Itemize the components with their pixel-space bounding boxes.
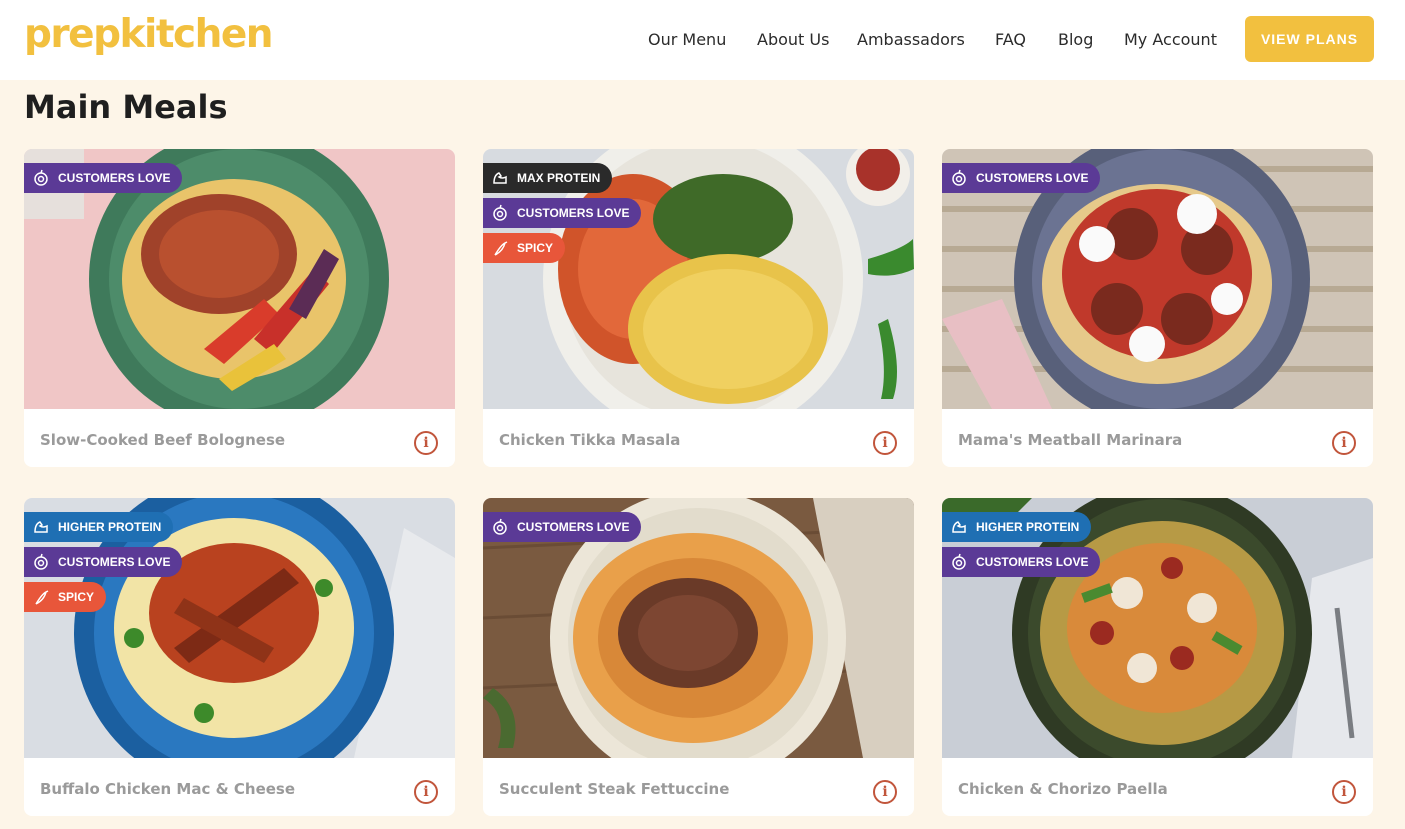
- ok-hand-icon: [950, 553, 968, 571]
- ok-hand-icon: [32, 553, 50, 571]
- prepkitchen-logo[interactable]: prepkitchen: [24, 12, 274, 57]
- flexed-arm-icon: [491, 169, 509, 187]
- flexed-arm-icon: [950, 518, 968, 536]
- ok-hand-icon: [491, 204, 509, 222]
- nav-about-us[interactable]: About Us: [757, 30, 829, 49]
- meal-name: Slow-Cooked Beef Bolognese: [40, 431, 286, 449]
- info-icon[interactable]: i: [1332, 431, 1356, 455]
- meal-name: Chicken Tikka Masala: [499, 431, 681, 449]
- badge-customers-love: CUSTOMERS LOVE: [483, 512, 642, 542]
- info-icon[interactable]: i: [873, 431, 897, 455]
- ok-hand-icon: [32, 169, 50, 187]
- badge-spicy: SPICY: [24, 582, 107, 612]
- info-icon[interactable]: i: [414, 780, 438, 804]
- info-icon[interactable]: i: [414, 431, 438, 455]
- ok-hand-icon: [491, 518, 509, 536]
- badge-customers-love: CUSTOMERS LOVE: [24, 163, 183, 193]
- meal-card-chicken-tikka-masala[interactable]: MAX PROTEIN CUSTOMERS LOVE SPICY Chicken…: [483, 149, 914, 467]
- badge-spicy: SPICY: [483, 233, 566, 263]
- nav-my-account[interactable]: My Account: [1124, 30, 1217, 49]
- meal-name: Buffalo Chicken Mac & Cheese: [40, 780, 296, 798]
- ok-hand-icon: [950, 169, 968, 187]
- nav-our-menu[interactable]: Our Menu: [648, 30, 726, 49]
- meal-card-meatball-marinara[interactable]: CUSTOMERS LOVE Mama's Meatball Marinara …: [942, 149, 1373, 467]
- badge-max-protein: MAX PROTEIN: [483, 163, 613, 193]
- meal-name: Chicken & Chorizo Paella: [958, 780, 1168, 798]
- view-plans-button[interactable]: VIEW PLANS: [1245, 16, 1374, 62]
- info-icon[interactable]: i: [1332, 780, 1356, 804]
- badge-customers-love: CUSTOMERS LOVE: [24, 547, 183, 577]
- site-header: prepkitchen Our Menu About Us Ambassador…: [0, 0, 1405, 80]
- badge-customers-love: CUSTOMERS LOVE: [942, 163, 1101, 193]
- badge-customers-love: CUSTOMERS LOVE: [483, 198, 642, 228]
- meal-card-chicken-chorizo-paella[interactable]: HIGHER PROTEIN CUSTOMERS LOVE Chicken & …: [942, 498, 1373, 816]
- flexed-arm-icon: [32, 518, 50, 536]
- meal-card-buffalo-mac-cheese[interactable]: HIGHER PROTEIN CUSTOMERS LOVE SPICY Buff…: [24, 498, 455, 816]
- page-title: Main Meals: [24, 88, 228, 126]
- chili-pepper-icon: [491, 239, 509, 257]
- badge-customers-love: CUSTOMERS LOVE: [942, 547, 1101, 577]
- meal-name: Mama's Meatball Marinara: [958, 431, 1183, 449]
- badge-higher-protein: HIGHER PROTEIN: [24, 512, 174, 542]
- meal-card-beef-bolognese[interactable]: CUSTOMERS LOVE Slow-Cooked Beef Bolognes…: [24, 149, 455, 467]
- meal-name: Succulent Steak Fettuccine: [499, 780, 730, 798]
- nav-ambassadors[interactable]: Ambassadors: [857, 30, 965, 49]
- info-icon[interactable]: i: [873, 780, 897, 804]
- nav-blog[interactable]: Blog: [1058, 30, 1093, 49]
- chili-pepper-icon: [32, 588, 50, 606]
- nav-faq[interactable]: FAQ: [995, 30, 1026, 49]
- badge-higher-protein: HIGHER PROTEIN: [942, 512, 1092, 542]
- meal-card-steak-fettuccine[interactable]: CUSTOMERS LOVE Succulent Steak Fettuccin…: [483, 498, 914, 816]
